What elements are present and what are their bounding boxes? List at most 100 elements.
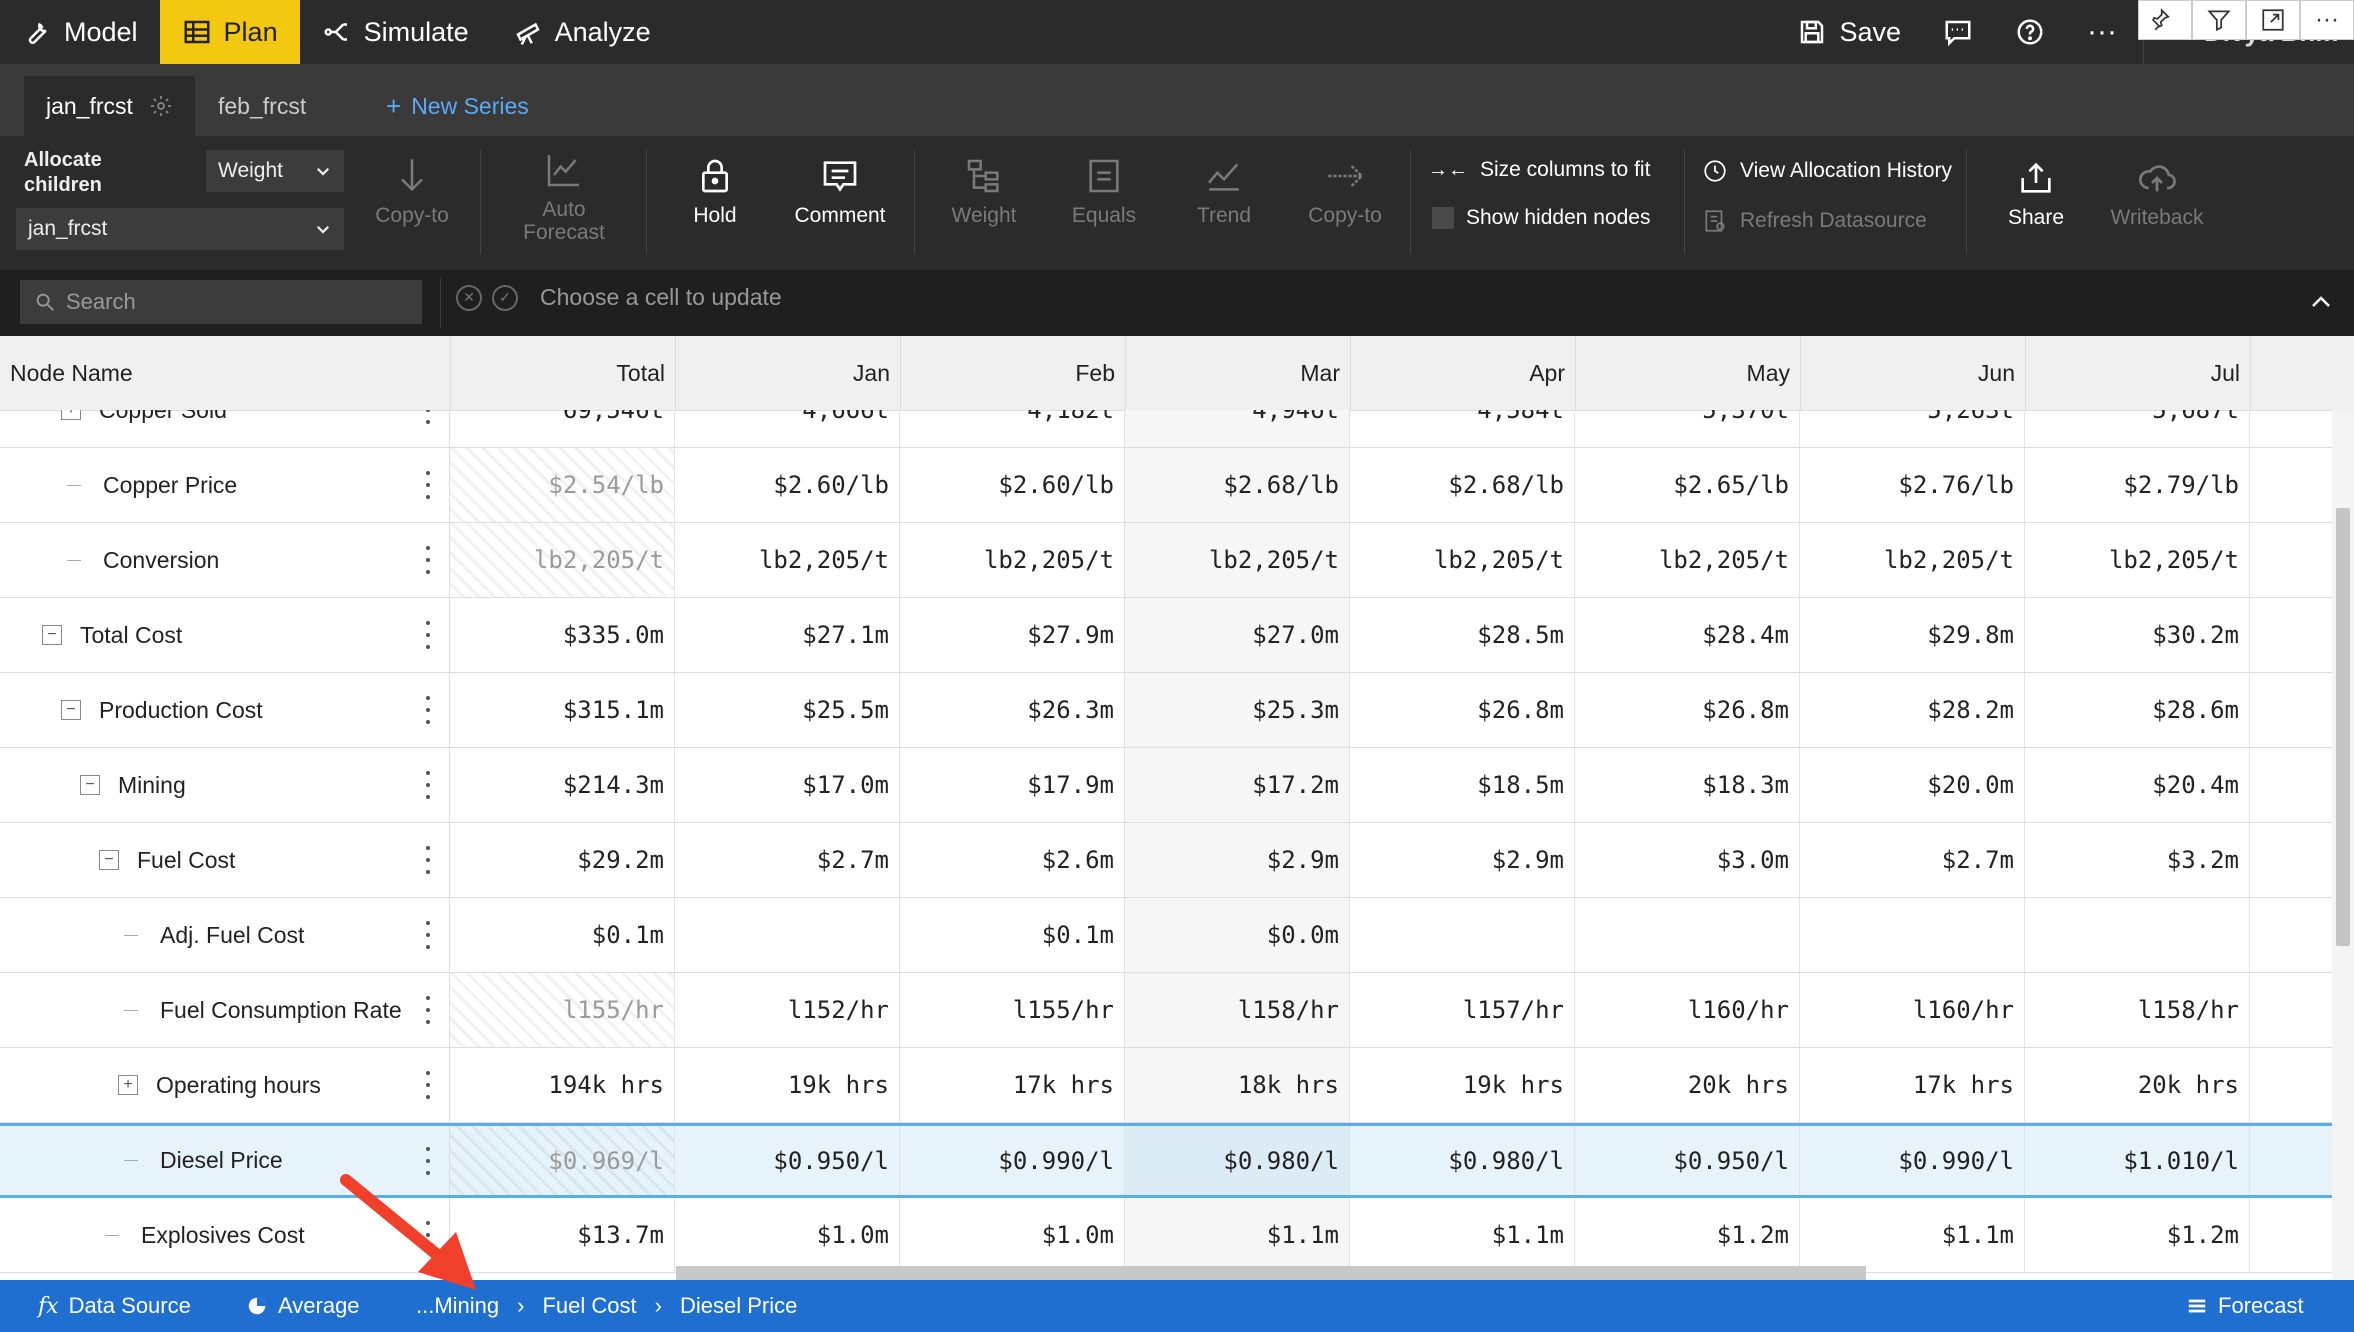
value-cell[interactable]: lb2,205/t xyxy=(2025,523,2250,597)
value-cell[interactable]: 17k hrs xyxy=(1800,1048,2025,1122)
row-menu-icon[interactable] xyxy=(425,1146,431,1175)
value-cell[interactable] xyxy=(1800,898,2025,972)
value-cell[interactable]: $335.0m xyxy=(450,598,675,672)
column-header-jan[interactable]: Jan xyxy=(675,336,900,410)
value-cell[interactable]: $2.68/lb xyxy=(1350,448,1575,522)
auto-forecast-button[interactable]: Auto Forecast xyxy=(514,150,614,244)
value-cell[interactable]: $0.1m xyxy=(900,898,1125,972)
row-menu-icon[interactable] xyxy=(425,1221,431,1249)
value-cell[interactable] xyxy=(675,898,900,972)
tab-feb-frcst[interactable]: feb_frcst xyxy=(196,76,328,136)
value-cell[interactable]: 19k hrs xyxy=(1350,1048,1575,1122)
table-row[interactable]: Fuel Consumption Rate l155/hr l152/hr l155/… xyxy=(0,973,2332,1048)
value-cell[interactable]: $0.980/l xyxy=(1125,1126,1350,1195)
value-cell[interactable]: $0.1m xyxy=(450,898,675,972)
value-cell[interactable]: 4,666t xyxy=(675,410,900,447)
horizontal-scrollbar-thumb[interactable] xyxy=(676,1266,1866,1280)
value-cell[interactable]: $3.0m xyxy=(1575,823,1800,897)
table-row[interactable]: − Mining $214.3m $17.0m $17.9m $17.2m $18.5m $1… xyxy=(0,748,2332,823)
column-header-node-name[interactable]: Node Name xyxy=(0,336,450,410)
value-cell[interactable]: 18k hrs xyxy=(1125,1048,1350,1122)
search-input[interactable]: Search xyxy=(20,280,422,324)
value-cell[interactable]: $0.0m xyxy=(1125,898,1350,972)
weight-button[interactable]: Weight xyxy=(944,156,1024,227)
value-cell[interactable]: $315.1m xyxy=(450,673,675,747)
value-cell[interactable]: $1.1m xyxy=(1350,1198,1575,1272)
value-cell[interactable]: $2.54/lb xyxy=(450,448,675,522)
pin-button[interactable] xyxy=(2138,0,2192,40)
copy-to-button-2[interactable]: Copy-to xyxy=(1300,156,1390,227)
value-cell[interactable]: lb2,205/t xyxy=(1575,523,1800,597)
table-row[interactable]: + Operating hours 194k hrs 19k hrs 17k hrs 18… xyxy=(0,1048,2332,1123)
node-name-cell[interactable]: − Production Cost xyxy=(0,673,450,747)
value-cell[interactable]: lb2,205/t xyxy=(1800,523,2025,597)
collapse-icon[interactable]: − xyxy=(42,625,62,645)
value-cell[interactable]: $2.6m xyxy=(900,823,1125,897)
value-cell[interactable]: lb2,205/t xyxy=(450,523,675,597)
value-cell[interactable]: $2.65/lb xyxy=(1575,448,1800,522)
value-cell[interactable]: $26.8m xyxy=(1350,673,1575,747)
value-cell[interactable]: $28.5m xyxy=(1350,598,1575,672)
row-menu-icon[interactable] xyxy=(425,696,431,724)
value-cell[interactable]: l160/hr xyxy=(1575,973,1800,1047)
value-cell[interactable]: $20.0m xyxy=(1800,748,2025,822)
nav-model[interactable]: Model xyxy=(0,0,160,64)
refresh-datasource-button[interactable]: Refresh Datasource xyxy=(1702,208,1927,234)
allocation-method-select[interactable]: Weight xyxy=(206,150,344,192)
forecast-button[interactable]: Forecast xyxy=(2186,1280,2304,1332)
value-cell[interactable]: $2.60/lb xyxy=(900,448,1125,522)
nav-plan[interactable]: Plan xyxy=(159,0,300,64)
breadcrumb-item-diesel-price[interactable]: Diesel Price xyxy=(680,1293,797,1319)
size-columns-button[interactable]: →← Size columns to fit xyxy=(1428,158,1650,182)
row-menu-icon[interactable] xyxy=(425,410,431,424)
value-cell[interactable]: 20k hrs xyxy=(2025,1048,2250,1122)
hold-button[interactable]: Hold xyxy=(680,156,750,227)
value-cell[interactable]: 5,263t xyxy=(1800,410,2025,447)
show-hidden-checkbox[interactable] xyxy=(1432,207,1454,229)
breadcrumb-item-mining[interactable]: ...Mining xyxy=(416,1293,499,1319)
table-row[interactable]: Explosives Cost $13.7m $1.0m $1.0m $1.1m $1.1… xyxy=(0,1198,2332,1273)
value-cell[interactable]: $26.3m xyxy=(900,673,1125,747)
cancel-edit-icon[interactable]: ✕ xyxy=(456,284,482,311)
node-name-cell[interactable]: + Operating hours xyxy=(0,1048,450,1122)
value-cell[interactable]: $2.68/lb xyxy=(1125,448,1350,522)
expand-icon[interactable]: + xyxy=(61,410,81,420)
row-menu-icon[interactable] xyxy=(425,771,431,799)
value-cell[interactable]: $0.950/l xyxy=(675,1126,900,1195)
value-cell[interactable]: $0.950/l xyxy=(1575,1126,1800,1195)
node-name-cell[interactable]: − Mining xyxy=(0,748,450,822)
breadcrumb-item-fuel-cost[interactable]: Fuel Cost xyxy=(542,1293,636,1319)
value-cell[interactable]: 69,546t xyxy=(450,410,675,447)
value-cell[interactable] xyxy=(1350,898,1575,972)
value-cell[interactable]: $27.0m xyxy=(1125,598,1350,672)
value-cell[interactable]: $26.8m xyxy=(1575,673,1800,747)
value-cell[interactable]: $18.3m xyxy=(1575,748,1800,822)
value-cell[interactable]: 4,946t xyxy=(1125,410,1350,447)
value-cell[interactable]: $2.76/lb xyxy=(1800,448,2025,522)
value-cell[interactable]: l158/hr xyxy=(2025,973,2250,1047)
value-cell[interactable]: $1.2m xyxy=(1575,1198,1800,1272)
row-menu-icon[interactable] xyxy=(425,846,431,874)
table-row[interactable]: Adj. Fuel Cost $0.1m $0.1m $0.0m xyxy=(0,898,2332,973)
node-name-cell[interactable]: Adj. Fuel Cost xyxy=(0,898,450,972)
row-menu-icon[interactable] xyxy=(425,471,431,499)
column-header-apr[interactable]: Apr xyxy=(1350,336,1575,410)
value-cell[interactable]: $0.990/l xyxy=(1800,1126,2025,1195)
table-row[interactable]: − Production Cost $315.1m $25.5m $26.3m $25.3… xyxy=(0,673,2332,748)
value-cell[interactable]: $1.010/l xyxy=(2025,1126,2250,1195)
value-cell[interactable]: 4,584t xyxy=(1350,410,1575,447)
value-cell[interactable]: $0.990/l xyxy=(900,1126,1125,1195)
table-row[interactable]: − Total Cost $335.0m $27.1m $27.9m $27.0m $28.… xyxy=(0,598,2332,673)
node-name-cell[interactable]: Diesel Price xyxy=(0,1126,450,1195)
node-name-cell[interactable]: Copper Price xyxy=(0,448,450,522)
view-allocation-history-button[interactable]: View Allocation History xyxy=(1702,158,1952,184)
table-row[interactable]: Conversion lb2,205/t lb2,205/t lb2,205/t lb2… xyxy=(0,523,2332,598)
row-menu-icon[interactable] xyxy=(425,546,431,574)
visual-more-button[interactable]: ··· xyxy=(2300,0,2354,40)
value-cell[interactable]: $17.0m xyxy=(675,748,900,822)
value-cell[interactable]: $214.3m xyxy=(450,748,675,822)
column-header-may[interactable]: May xyxy=(1575,336,1800,410)
node-name-cell[interactable]: − Fuel Cost xyxy=(0,823,450,897)
value-cell[interactable]: l155/hr xyxy=(450,973,675,1047)
value-cell[interactable]: $17.9m xyxy=(900,748,1125,822)
